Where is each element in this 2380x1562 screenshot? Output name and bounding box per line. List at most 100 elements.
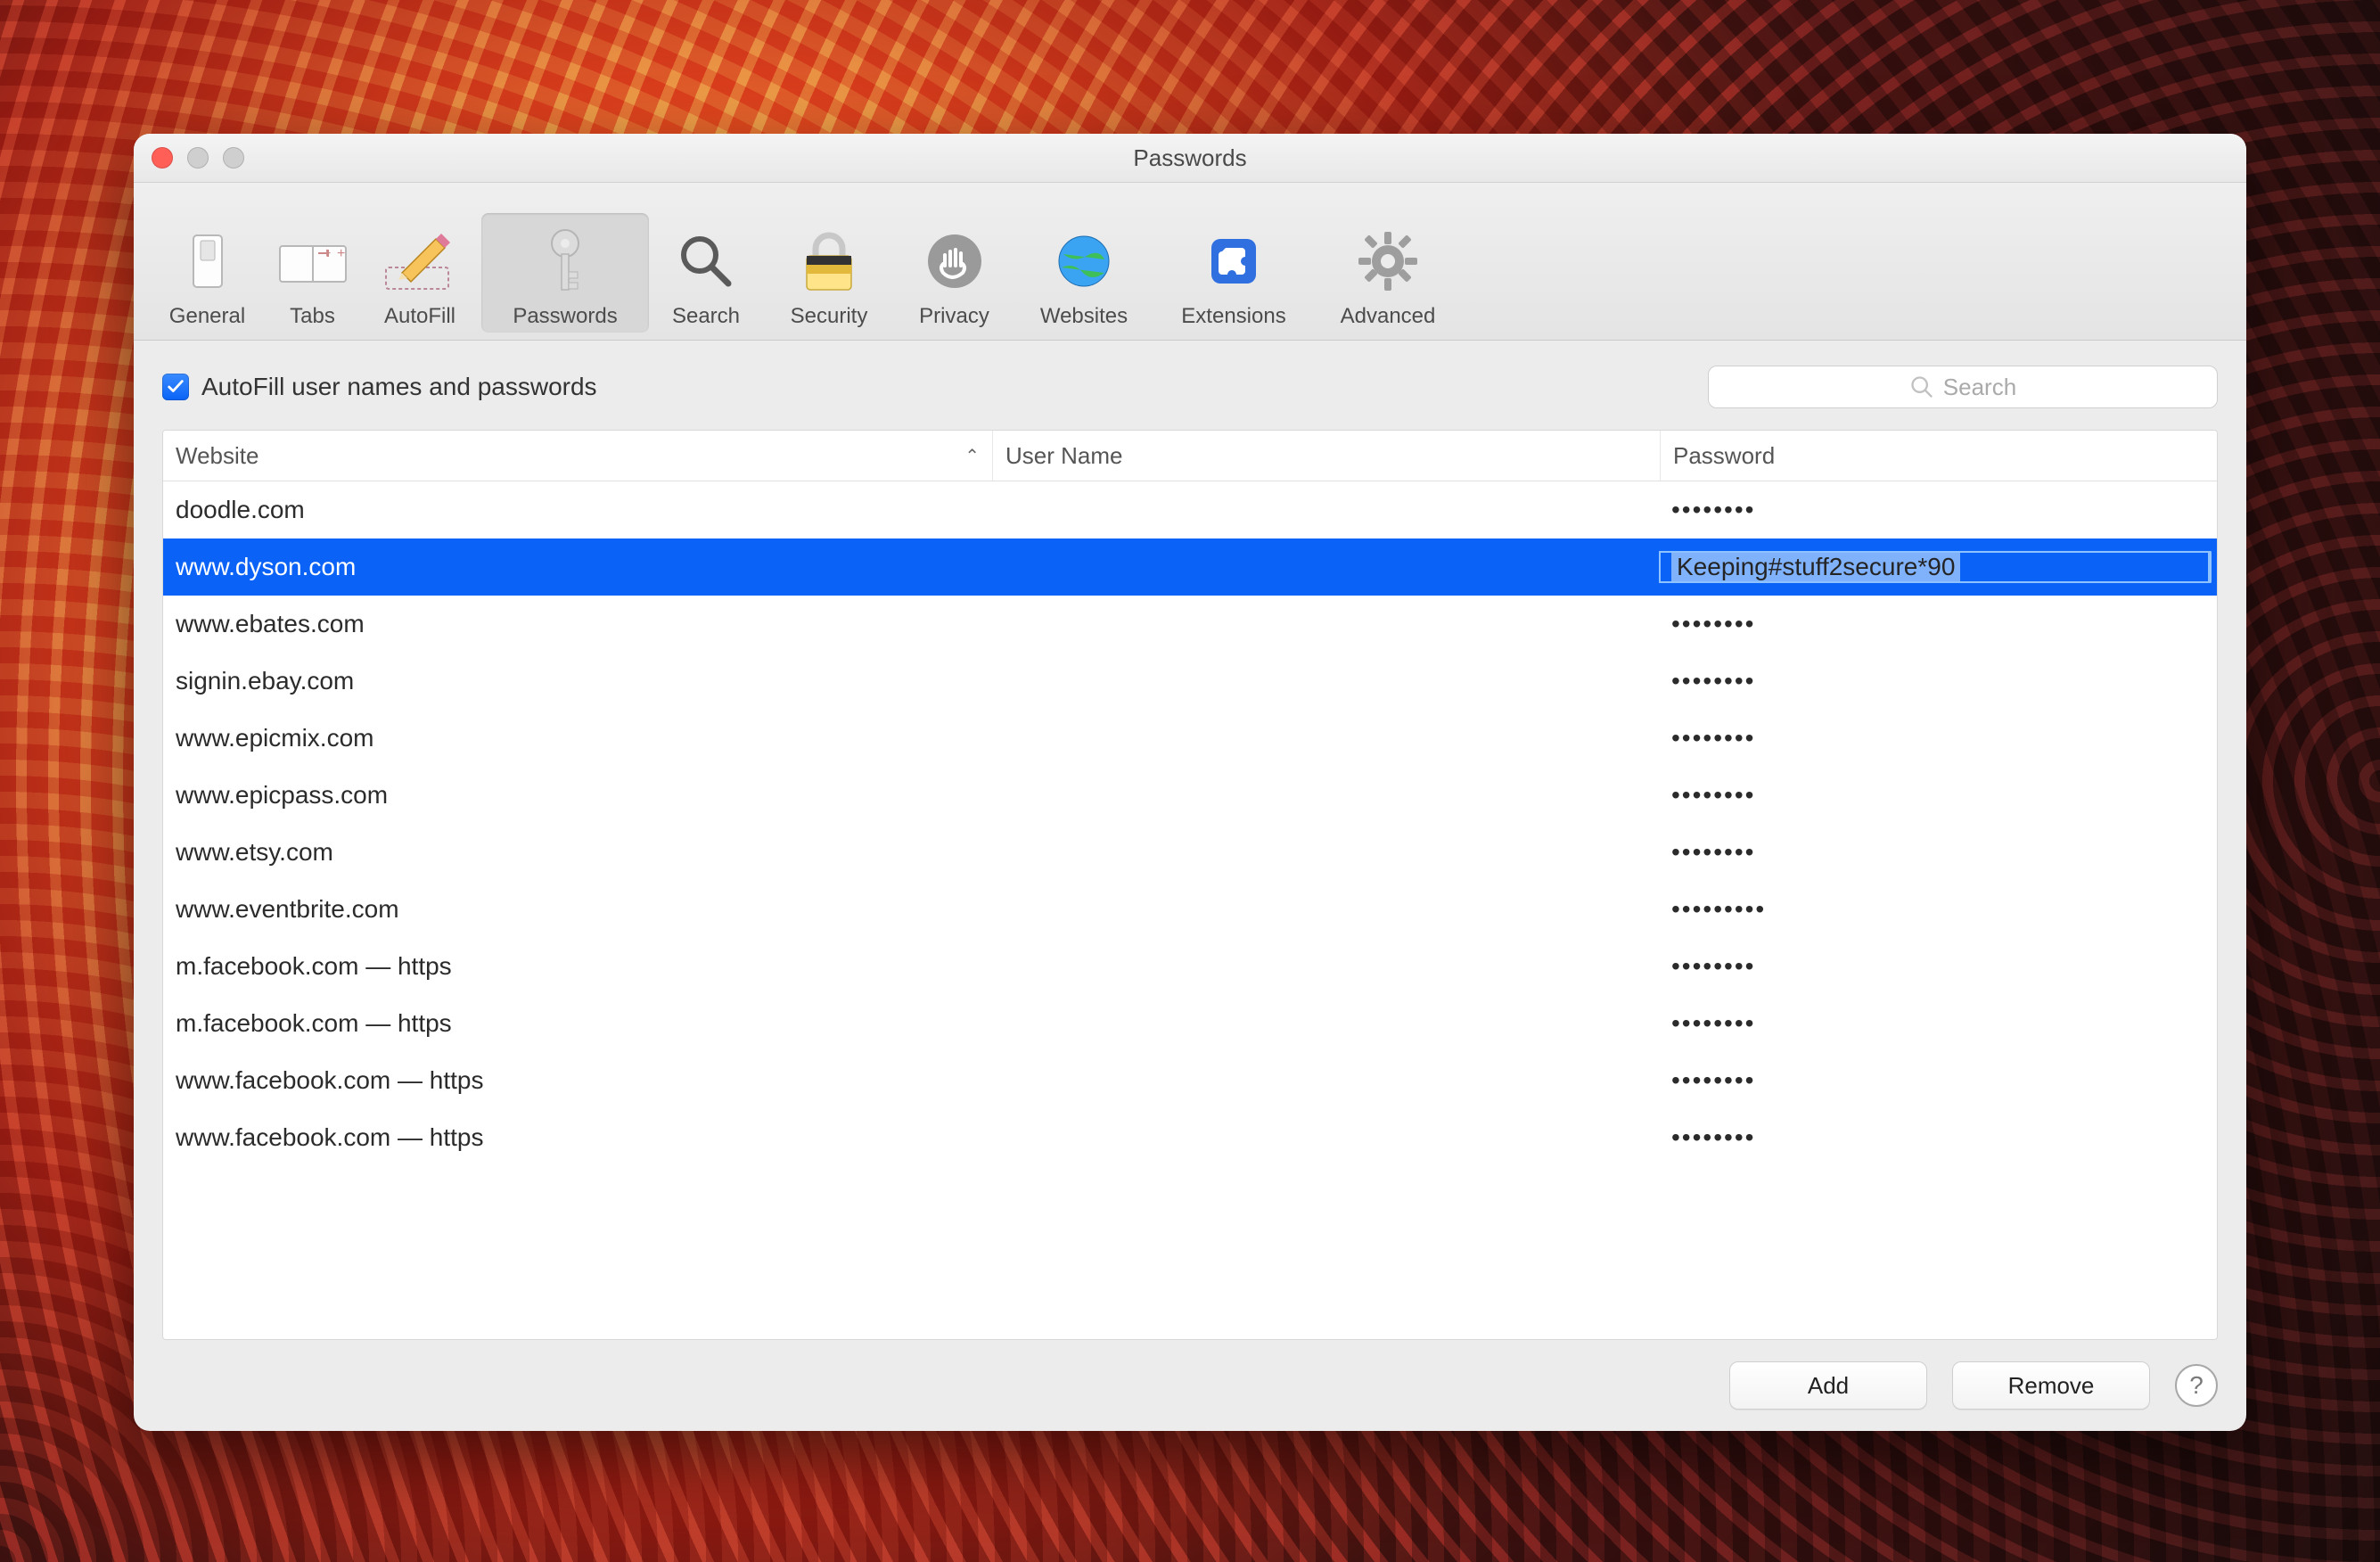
tab-privacy-label: Privacy: [919, 304, 989, 329]
tab-autofill[interactable]: AutoFill: [358, 213, 481, 333]
password-masked: ••••••••: [1671, 1066, 1755, 1095]
column-website[interactable]: Website ⌃: [163, 431, 993, 481]
passwords-table: Website ⌃ User Name Password doodle.com •…: [162, 430, 2218, 1340]
password-masked: ••••••••: [1671, 667, 1755, 695]
preferences-window: Passwords General: [134, 134, 2246, 1431]
cell-password: ••••••••: [1659, 610, 2217, 638]
search-input[interactable]: Search: [1708, 366, 2218, 408]
titlebar: Passwords: [134, 134, 2246, 183]
lock-icon: [800, 222, 858, 300]
zoom-button[interactable]: [223, 147, 244, 169]
top-row: AutoFill user names and passwords Search: [162, 366, 2218, 408]
column-password-label: Password: [1673, 442, 1775, 470]
tab-autofill-label: AutoFill: [384, 304, 455, 329]
tab-tabs[interactable]: + + Tabs: [267, 213, 358, 333]
cell-website: www.eventbrite.com: [163, 895, 992, 924]
cell-website: m.facebook.com — https: [163, 952, 992, 981]
svg-text:+: +: [337, 246, 345, 261]
cell-website: signin.ebay.com: [163, 667, 992, 695]
key-icon: [540, 222, 590, 300]
tab-search[interactable]: Search: [649, 213, 763, 333]
search-placeholder: Search: [1943, 374, 2016, 401]
footer-buttons: Add Remove ?: [162, 1361, 2218, 1410]
table-row[interactable]: www.epicpass.com ••••••••: [163, 767, 2217, 824]
cell-password: •••••••••: [1659, 895, 2217, 924]
magnifier-icon: [675, 222, 737, 300]
tab-websites-label: Websites: [1040, 304, 1128, 329]
tab-tabs-label: Tabs: [290, 304, 335, 329]
window-controls: [152, 134, 244, 182]
cell-password: ••••••••: [1659, 1009, 2217, 1038]
puzzle-icon: [1204, 222, 1263, 300]
cell-website: www.etsy.com: [163, 838, 992, 867]
hand-icon: [925, 222, 984, 300]
column-website-label: Website: [176, 442, 259, 470]
switch-icon: [181, 222, 234, 300]
table-row[interactable]: www.eventbrite.com •••••••••: [163, 881, 2217, 938]
tabs-icon: + +: [278, 222, 348, 300]
password-plaintext[interactable]: Keeping#stuff2secure*90: [1671, 551, 1960, 583]
table-row[interactable]: www.epicmix.com ••••••••: [163, 710, 2217, 767]
globe-icon: [1055, 222, 1113, 300]
autofill-checkbox-row[interactable]: AutoFill user names and passwords: [162, 373, 597, 401]
tab-security-label: Security: [791, 304, 868, 329]
password-masked: •••••••••: [1671, 895, 1766, 924]
cell-password: ••••••••: [1659, 496, 2217, 524]
close-button[interactable]: [152, 147, 173, 169]
password-masked: ••••••••: [1671, 724, 1755, 752]
table-row[interactable]: m.facebook.com — https ••••••••: [163, 995, 2217, 1052]
tab-extensions[interactable]: Extensions: [1154, 213, 1313, 333]
cell-website: www.epicmix.com: [163, 724, 992, 752]
cell-website: doodle.com: [163, 496, 992, 524]
table-row[interactable]: doodle.com ••••••••: [163, 481, 2217, 538]
checkbox-icon[interactable]: [162, 374, 189, 400]
cell-password: ••••••••: [1659, 1123, 2217, 1152]
password-masked: ••••••••: [1671, 496, 1755, 524]
tab-search-label: Search: [672, 304, 740, 329]
gear-icon: [1357, 222, 1419, 300]
table-body: doodle.com •••••••• www.dyson.com Keeping#s…: [163, 481, 2217, 1339]
cell-website: m.facebook.com — https: [163, 1009, 992, 1038]
column-password[interactable]: Password: [1661, 431, 2217, 481]
password-masked: ••••••••: [1671, 781, 1755, 810]
cell-website: www.epicpass.com: [163, 781, 992, 810]
tab-passwords[interactable]: Passwords: [481, 213, 649, 333]
cell-password: ••••••••: [1659, 1066, 2217, 1095]
search-icon: [1909, 374, 1934, 399]
table-row[interactable]: www.ebates.com••••••••: [163, 596, 2217, 653]
cell-password[interactable]: Keeping#stuff2secure*90: [1659, 551, 2217, 583]
window-title: Passwords: [1133, 144, 1246, 172]
table-row[interactable]: www.facebook.com — https••••••••: [163, 1052, 2217, 1109]
tab-advanced[interactable]: Advanced: [1313, 213, 1463, 333]
column-username[interactable]: User Name: [993, 431, 1661, 481]
table-header: Website ⌃ User Name Password: [163, 431, 2217, 481]
table-row[interactable]: m.facebook.com — https ••••••••: [163, 938, 2217, 995]
table-row[interactable]: www.facebook.com — https ••••••••: [163, 1109, 2217, 1166]
tab-passwords-label: Passwords: [513, 304, 617, 329]
password-masked: ••••••••: [1671, 1009, 1755, 1038]
minimize-button[interactable]: [187, 147, 209, 169]
tab-general[interactable]: General: [148, 213, 267, 333]
svg-text:+: +: [323, 246, 331, 261]
table-row[interactable]: www.etsy.com ••••••••: [163, 824, 2217, 881]
password-masked: ••••••••: [1671, 838, 1755, 867]
content-area: AutoFill user names and passwords Search…: [134, 341, 2246, 1431]
password-masked: ••••••••: [1671, 1123, 1755, 1152]
cell-password: ••••••••: [1659, 838, 2217, 867]
tab-extensions-label: Extensions: [1181, 304, 1285, 329]
add-button[interactable]: Add: [1729, 1361, 1927, 1410]
cell-website: www.facebook.com — https: [163, 1123, 992, 1152]
tab-privacy[interactable]: Privacy: [895, 213, 1014, 333]
password-masked: ••••••••: [1671, 952, 1755, 981]
cell-password: ••••••••: [1659, 952, 2217, 981]
help-button[interactable]: ?: [2175, 1364, 2218, 1407]
cell-password: ••••••••: [1659, 724, 2217, 752]
tab-websites[interactable]: Websites: [1014, 213, 1154, 333]
sort-ascending-icon: ⌃: [964, 445, 980, 467]
cell-password: ••••••••: [1659, 781, 2217, 810]
table-row[interactable]: www.dyson.com Keeping#stuff2secure*90: [163, 538, 2217, 596]
table-row[interactable]: signin.ebay.com ••••••••: [163, 653, 2217, 710]
remove-button[interactable]: Remove: [1952, 1361, 2150, 1410]
cell-website: www.dyson.com: [163, 553, 992, 581]
tab-security[interactable]: Security: [763, 213, 895, 333]
